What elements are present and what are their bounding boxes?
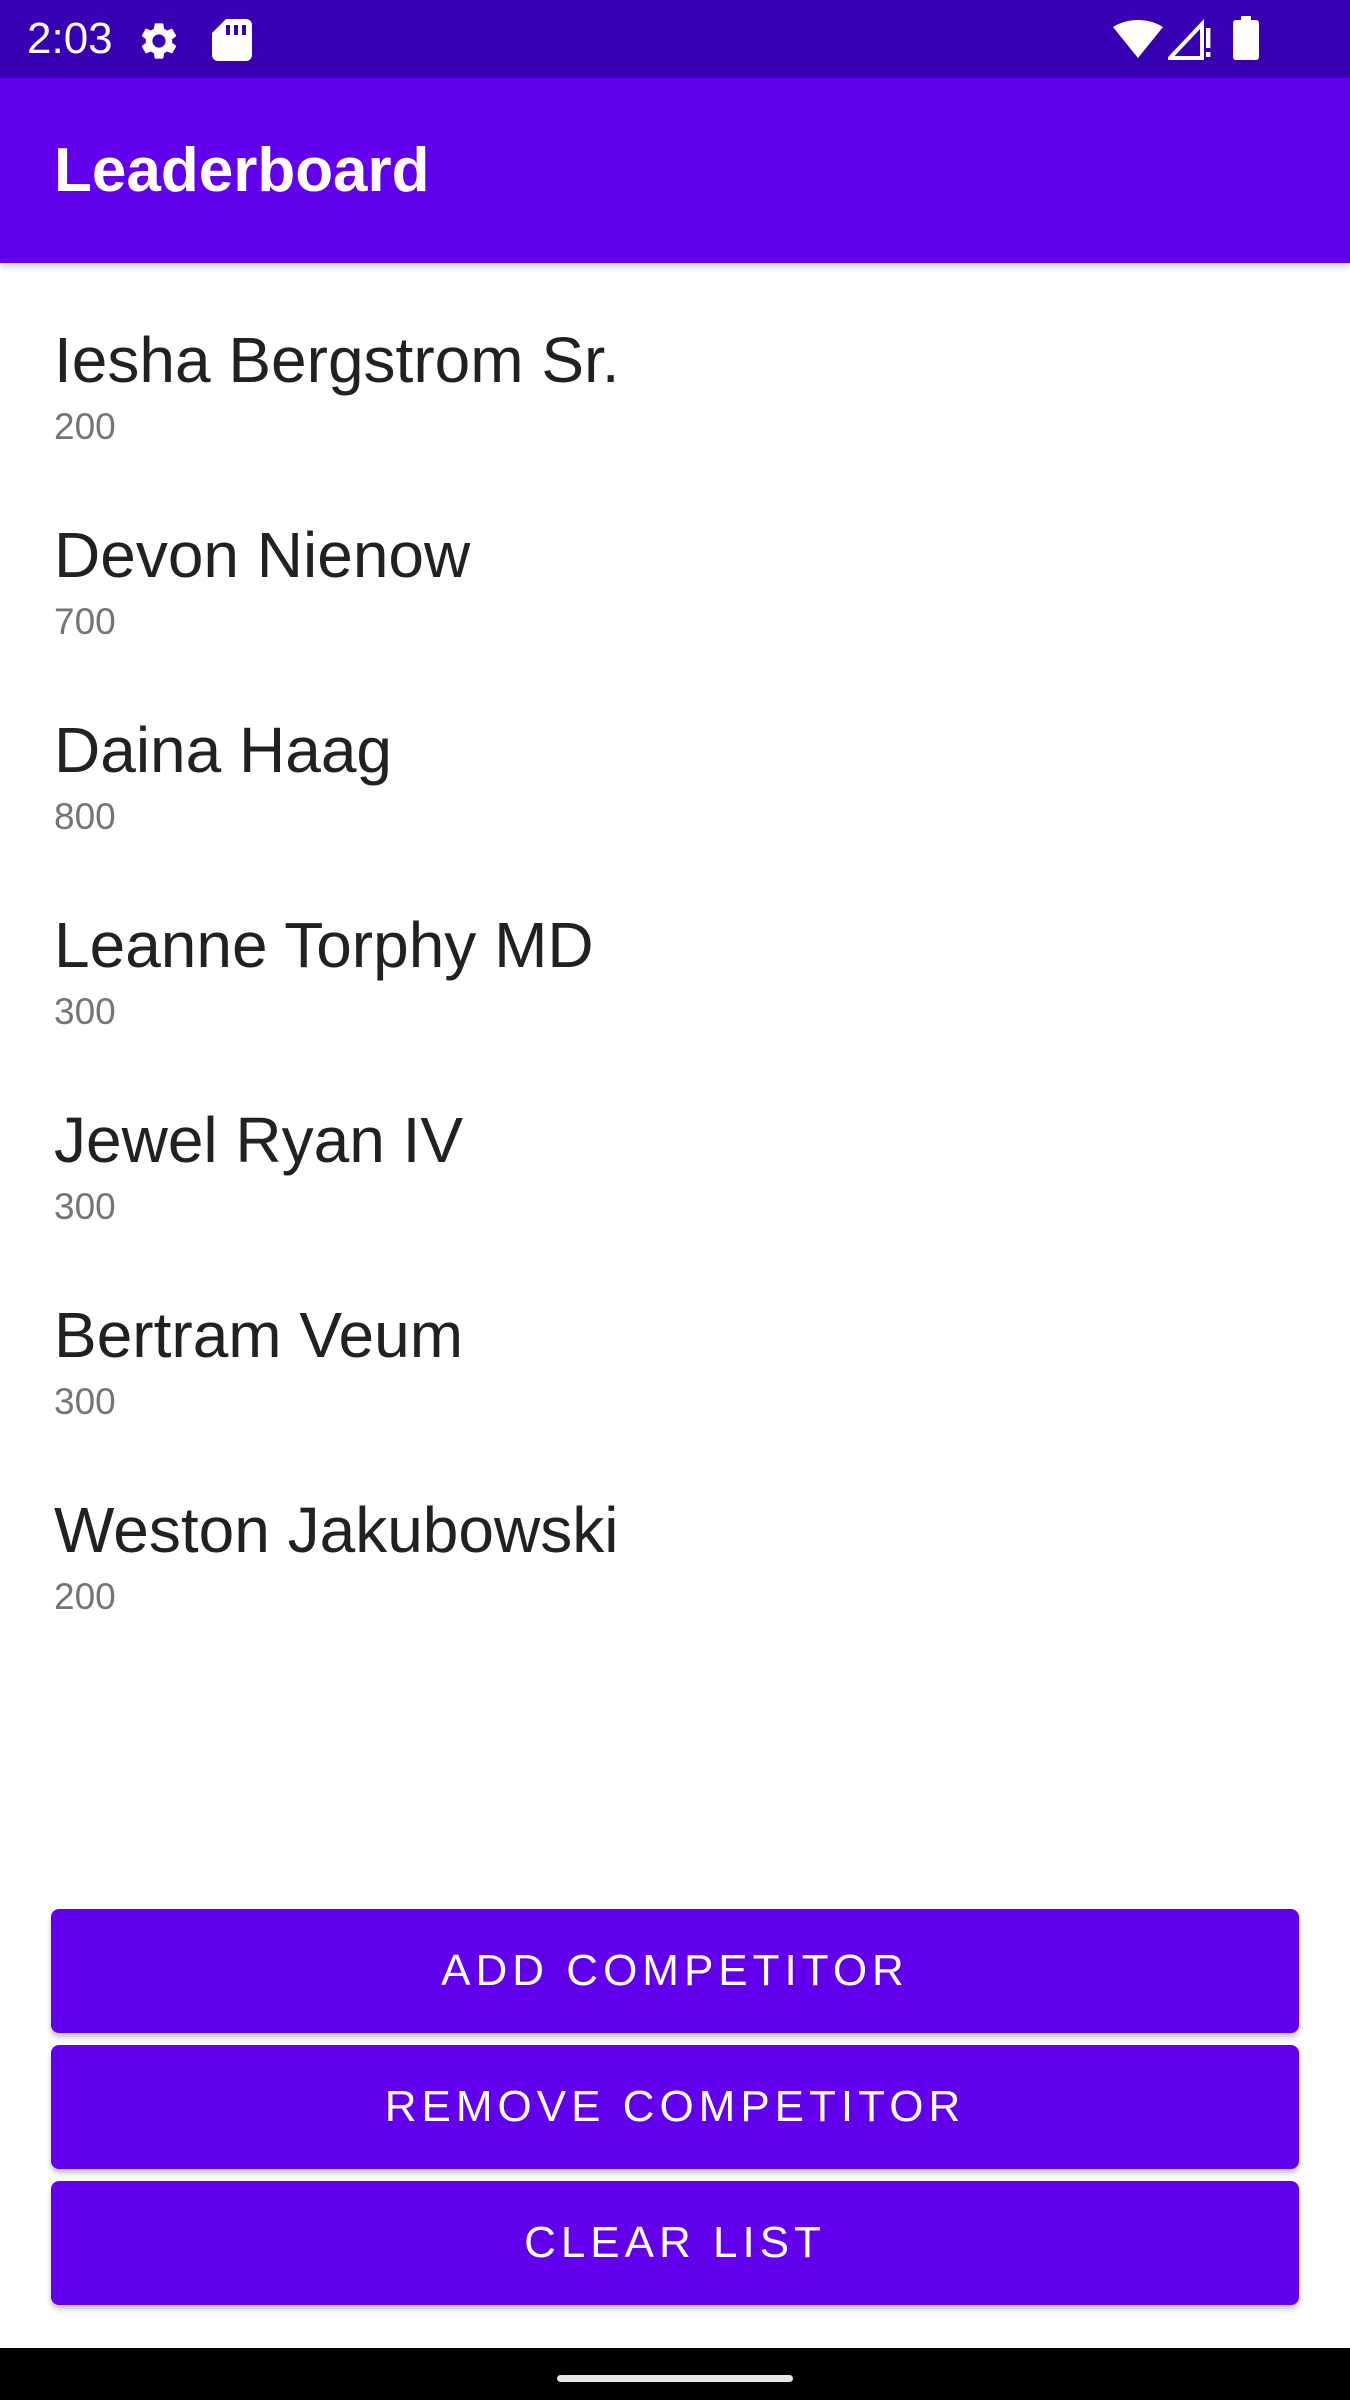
competitor-name: Leanne Torphy MD bbox=[54, 909, 594, 981]
clear-list-button[interactable]: CLEAR LIST bbox=[51, 2181, 1299, 2305]
competitor-name: Daina Haag bbox=[54, 714, 392, 786]
competitor-score: 200 bbox=[54, 1576, 116, 1617]
remove-competitor-button[interactable]: REMOVE COMPETITOR bbox=[51, 2045, 1299, 2169]
competitor-name: Weston Jakubowski bbox=[54, 1494, 619, 1566]
competitor-list: Iesha Bergstrom Sr. 200 Devon Nienow 700… bbox=[0, 300, 1350, 1665]
page-title: Leaderboard bbox=[54, 136, 430, 205]
competitor-score: 300 bbox=[54, 991, 116, 1032]
status-bar: 2:03 bbox=[0, 0, 1350, 78]
competitor-score: 300 bbox=[54, 1186, 116, 1227]
competitor-score: 300 bbox=[54, 1381, 116, 1422]
navigation-bar bbox=[0, 2348, 1350, 2400]
cell-signal-icon bbox=[1168, 18, 1211, 60]
battery-icon bbox=[1233, 16, 1259, 60]
competitor-name: Jewel Ryan IV bbox=[54, 1104, 464, 1176]
competitor-name: Bertram Veum bbox=[54, 1299, 464, 1371]
competitor-score: 700 bbox=[54, 601, 116, 642]
competitor-name: Devon Nienow bbox=[54, 519, 471, 591]
add-competitor-button[interactable]: ADD COMPETITOR bbox=[51, 1909, 1299, 2033]
list-item[interactable]: Bertram Veum 300 bbox=[0, 1275, 1350, 1470]
gear-icon bbox=[141, 23, 177, 59]
list-item[interactable]: Weston Jakubowski 200 bbox=[0, 1470, 1350, 1665]
list-item[interactable]: Devon Nienow 700 bbox=[0, 495, 1350, 690]
list-item[interactable]: Iesha Bergstrom Sr. 200 bbox=[0, 300, 1350, 495]
wifi-icon bbox=[1113, 20, 1163, 58]
app-bar: Leaderboard bbox=[0, 78, 1350, 263]
list-item[interactable]: Jewel Ryan IV 300 bbox=[0, 1080, 1350, 1275]
status-time: 2:03 bbox=[27, 14, 113, 63]
list-item[interactable]: Daina Haag 800 bbox=[0, 690, 1350, 885]
home-gesture-handle[interactable] bbox=[557, 2375, 793, 2382]
competitor-score: 800 bbox=[54, 796, 116, 837]
sd-card-icon bbox=[212, 19, 252, 61]
list-item[interactable]: Leanne Torphy MD 300 bbox=[0, 885, 1350, 1080]
competitor-name: Iesha Bergstrom Sr. bbox=[54, 324, 620, 396]
competitor-score: 200 bbox=[54, 406, 116, 447]
